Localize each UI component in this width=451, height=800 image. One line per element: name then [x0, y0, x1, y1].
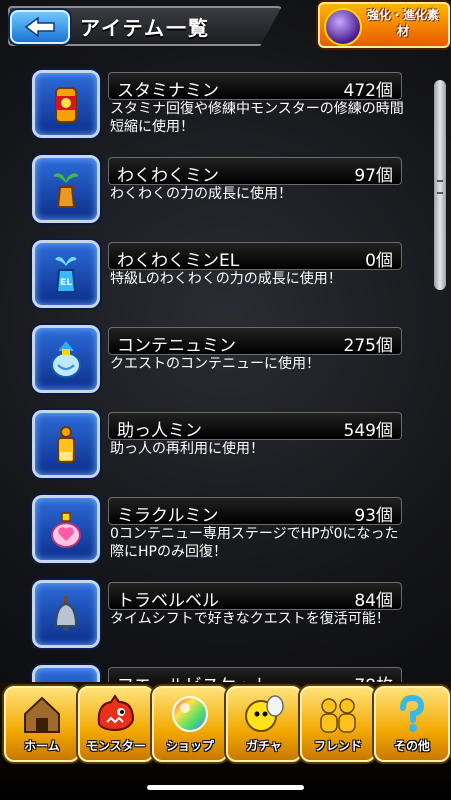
scrollbar[interactable] — [434, 60, 446, 680]
item-count: 549個 — [343, 421, 393, 441]
item-description: クエストのコンテニューに使用！ — [110, 356, 320, 372]
item-name-bar: フエ～ルビスケット 78枚 — [108, 667, 402, 682]
item-icon-frame — [32, 325, 100, 393]
scrollbar-thumb[interactable] — [434, 80, 446, 290]
item-name-bar: トラベルベル 84個 — [108, 582, 402, 611]
tab-gacha[interactable]: ガチャ — [226, 686, 302, 762]
tab-label: フレンド — [313, 739, 362, 753]
tab-monster[interactable]: モンスター — [78, 686, 154, 762]
item-description: わくわくの力の成長に使用！ — [110, 186, 292, 202]
tab-label: ガチャ — [246, 739, 282, 753]
scroll-grip-icon — [437, 180, 443, 194]
list-item[interactable]: ミラクルミン 93個 0コンテニュー専用ステージでHPが0になった際にHPのみ回… — [0, 491, 430, 571]
list-item[interactable]: コンテニュミン 275個 クエストのコンテニューに使用！ — [0, 321, 430, 401]
item-name-bar: ミラクルミン 93個 — [108, 497, 402, 526]
header: アイテム一覧 強化・進化素材 — [0, 0, 451, 48]
bell-icon — [54, 596, 78, 631]
home-icon — [24, 696, 60, 733]
item-icon-frame — [32, 665, 100, 682]
evolution-material-button[interactable]: 強化・進化素材 — [318, 2, 450, 48]
page-title: アイテム一覧 — [80, 16, 210, 40]
list-item[interactable]: スタミナミン 472個 スタミナ回復や修練中モンスターの修練の時間短縮に使用！ — [0, 66, 430, 146]
item-icon-frame — [32, 410, 100, 478]
el-bottle-icon: EL — [55, 256, 77, 293]
helper-bottle-icon — [57, 426, 75, 463]
item-count: 97個 — [354, 166, 393, 186]
item-name: コンテニュミン — [117, 336, 236, 356]
item-count: 78枚 — [354, 671, 393, 682]
item-description: 特級Lのわくわくの力の成長に使用！ — [110, 271, 342, 287]
item-name: わくわくミン — [117, 166, 219, 186]
monster-icon — [97, 694, 135, 732]
item-icon-frame — [32, 70, 100, 138]
item-icon-frame — [32, 495, 100, 563]
item-count: 93個 — [354, 506, 393, 526]
tab-other[interactable]: その他 — [374, 686, 450, 762]
tab-home[interactable]: ホーム — [4, 686, 80, 762]
item-description: 0コンテニュー専用ステージでHPが0になった際にHPのみ回復！ — [110, 526, 399, 560]
bottom-tab-bar: ホーム モンスター ショップ ガチャ フレンド その他 — [0, 682, 451, 800]
sprout-bottle-icon — [53, 173, 79, 208]
tab-shop[interactable]: ショップ — [152, 686, 228, 762]
left-arrow-icon — [24, 17, 55, 37]
item-icon-frame — [32, 155, 100, 223]
tab-label: ホーム — [24, 739, 60, 753]
orb-icon — [172, 696, 208, 732]
item-name: わくわくミンEL — [117, 251, 240, 271]
item-name-bar: コンテニュミン 275個 — [108, 327, 402, 356]
item-count: 84個 — [354, 591, 393, 611]
stamina-can-icon — [55, 87, 77, 123]
home-indicator[interactable] — [147, 785, 304, 790]
list-item[interactable]: フエ～ルビスケット 78枚 — [0, 661, 430, 682]
item-list[interactable]: スタミナミン 472個 スタミナ回復や修練中モンスターの修練の時間短縮に使用！ … — [0, 62, 430, 682]
list-item[interactable]: EL わくわくミンEL 0個 特級Lのわくわくの力の成長に使用！ — [0, 236, 430, 316]
item-name-bar: スタミナミン 472個 — [108, 72, 402, 101]
svg-text:EL: EL — [60, 278, 72, 288]
list-item[interactable]: わくわくミン 97個 わくわくの力の成長に使用！ — [0, 151, 430, 231]
item-name-bar: わくわくミン 97個 — [108, 157, 402, 186]
tab-friend[interactable]: フレンド — [300, 686, 376, 762]
tab-label: その他 — [393, 739, 430, 753]
item-name: 助っ人ミン — [117, 421, 202, 441]
tab-label: ショップ — [165, 739, 214, 753]
item-count: 472個 — [343, 81, 393, 101]
item-name: スタミナミン — [117, 81, 219, 101]
item-name: フエ～ルビスケット — [117, 671, 270, 682]
list-item[interactable]: トラベルベル 84個 タイムシフトで好きなクエストを復活可能！ — [0, 576, 430, 656]
item-description: 助っ人の再利用に使用！ — [110, 441, 264, 457]
item-count: 0個 — [365, 251, 393, 271]
item-description: タイムシフトで好きなクエストを復活可能！ — [110, 611, 390, 627]
gacha-icon — [245, 695, 284, 732]
item-name: トラベルベル — [117, 591, 219, 611]
item-description: スタミナ回復や修練中モンスターの修練の時間短縮に使用！ — [110, 101, 404, 135]
tab-label: モンスター — [86, 739, 146, 753]
list-item[interactable]: 助っ人ミン 549個 助っ人の再利用に使用！ — [0, 406, 430, 486]
other-icon — [400, 694, 425, 732]
friends-icon — [320, 698, 356, 733]
evolution-label: 強化・進化素材 — [366, 8, 439, 38]
continue-potion-icon — [51, 341, 81, 378]
item-name-bar: 助っ人ミン 549個 — [108, 412, 402, 441]
item-icon-frame: EL — [32, 240, 100, 308]
heart-potion-icon — [51, 512, 81, 548]
item-count: 275個 — [343, 336, 393, 356]
item-icon-frame — [32, 580, 100, 648]
item-name: ミラクルミン — [117, 506, 219, 526]
back-button[interactable] — [10, 10, 70, 44]
item-name-bar: わくわくミンEL 0個 — [108, 242, 402, 271]
evolution-icon — [324, 8, 362, 46]
